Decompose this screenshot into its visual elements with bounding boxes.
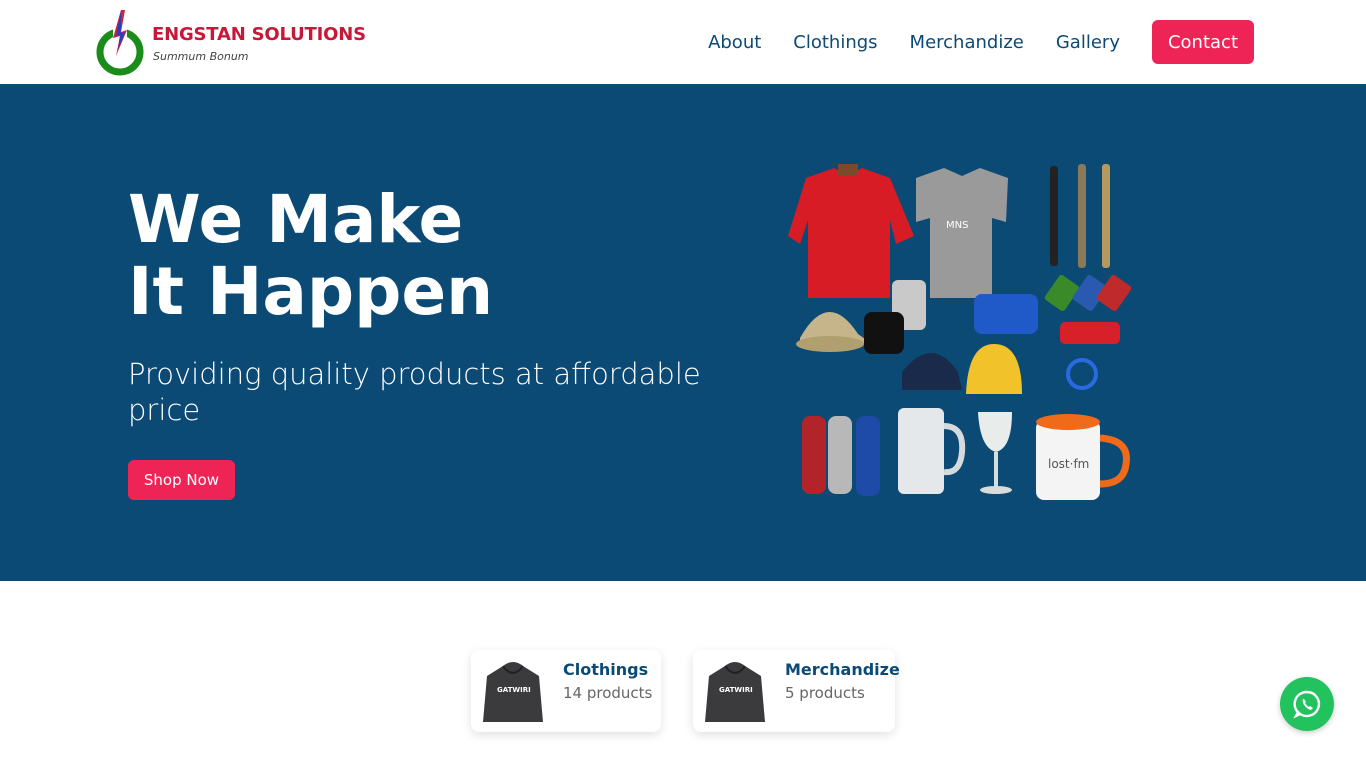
navbar: ENGSTAN SOLUTIONS Summum Bonum About Clo…	[0, 0, 1366, 84]
brand-name: ENGSTAN SOLUTIONS	[152, 24, 366, 45]
category-card-merchandize[interactable]: GATWIRI Merchandize 5 products	[693, 650, 900, 732]
brand-tagline: Summum Bonum	[153, 50, 249, 63]
whatsapp-button[interactable]	[1280, 677, 1334, 731]
hero-section: We Make It Happen Providing quality prod…	[0, 84, 1366, 581]
nav-links: About Clothings Merchandize Gallery Cont…	[708, 20, 1254, 64]
nav-merchandize[interactable]: Merchandize	[910, 32, 1024, 53]
category-name: Merchandize	[785, 660, 900, 679]
nav-gallery[interactable]: Gallery	[1056, 32, 1120, 53]
hero-title-line-2: It Happen	[128, 253, 494, 330]
nav-clothings[interactable]: Clothings	[793, 32, 877, 53]
svg-text:GATWIRI: GATWIRI	[497, 686, 531, 694]
svg-text:lost·fm: lost·fm	[1048, 457, 1089, 471]
brand-logo-icon	[96, 10, 144, 76]
category-count: 5 products	[785, 684, 865, 702]
svg-text:MNS: MNS	[946, 220, 968, 231]
hero-subtitle: Providing quality products at affordable…	[128, 357, 701, 427]
category-card-clothings[interactable]: GATWIRI Clothings 14 products	[471, 650, 661, 732]
category-count: 14 products	[563, 684, 653, 702]
nav-about[interactable]: About	[708, 32, 761, 53]
whatsapp-icon	[1293, 690, 1321, 719]
svg-text:GATWIRI: GATWIRI	[719, 686, 753, 694]
hoodie-thumbnail: GATWIRI	[705, 662, 765, 722]
hero-title: We Make It Happen	[128, 184, 493, 328]
hero-title-line-1: We Make	[128, 181, 464, 258]
promotional-products-image: MNS lost·fm	[788, 164, 1132, 500]
category-name: Clothings	[563, 660, 649, 679]
contact-button[interactable]: Contact	[1151, 20, 1254, 64]
hoodie-thumbnail: GATWIRI	[483, 662, 543, 722]
brand[interactable]: ENGSTAN SOLUTIONS Summum Bonum	[94, 8, 366, 78]
shop-now-button[interactable]: Shop Now	[128, 460, 235, 500]
